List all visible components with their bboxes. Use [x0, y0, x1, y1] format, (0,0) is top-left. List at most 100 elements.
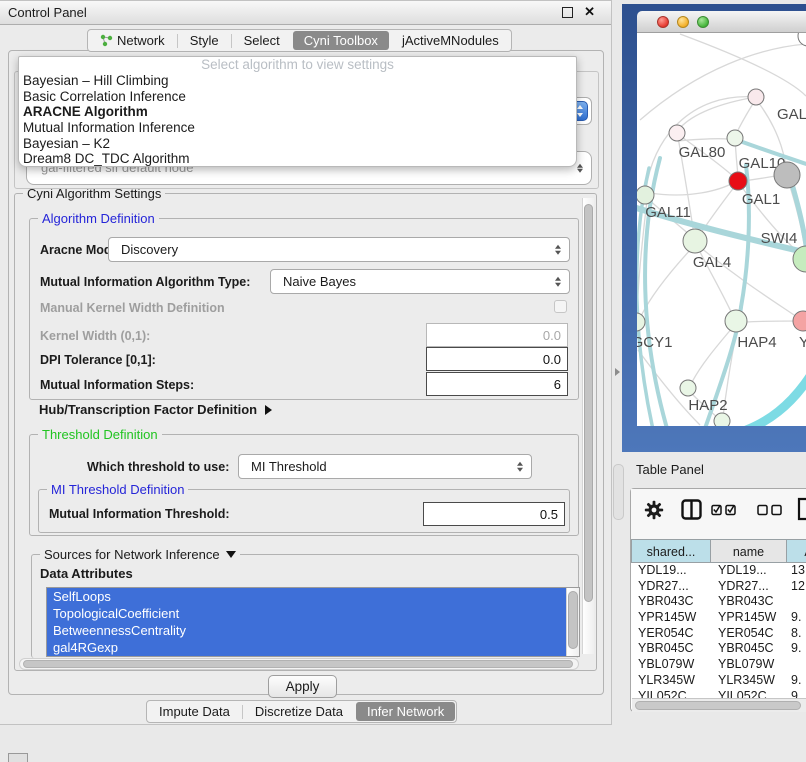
- dropdown-item[interactable]: Mutual Information Inference: [19, 120, 576, 136]
- table-cell: [787, 594, 806, 610]
- settings-hscrollbar-thumb[interactable]: [23, 660, 573, 668]
- network-node-label: GAL4: [693, 254, 731, 271]
- float-icon[interactable]: [562, 7, 573, 18]
- tab-network[interactable]: Network: [89, 31, 176, 50]
- network-node[interactable]: [683, 229, 707, 253]
- unchecked-columns-icon[interactable]: [757, 503, 784, 516]
- network-tab-icon: [100, 34, 113, 47]
- tab-separator: [177, 34, 178, 48]
- network-canvas[interactable]: GALGAL80GAL10GAL1GAL11GAL4SWI4GCY1HAP4YH…: [637, 33, 806, 426]
- tab-label: Infer Network: [367, 702, 444, 721]
- column-header-shared-name[interactable]: shared...: [631, 539, 711, 563]
- panel-divider-handle[interactable]: [613, 464, 624, 520]
- panel-divider-arrow-icon[interactable]: [615, 368, 620, 376]
- dropdown-item[interactable]: Basic Correlation Inference: [19, 89, 576, 105]
- close-icon[interactable]: [584, 4, 595, 20]
- mi-type-combobox[interactable]: Naive Bayes: [270, 269, 570, 294]
- table-row[interactable]: YBL079WYBL079W: [631, 657, 806, 673]
- tab-style[interactable]: Style: [179, 31, 230, 50]
- network-node[interactable]: [680, 380, 696, 396]
- which-threshold-combobox[interactable]: MI Threshold: [238, 454, 532, 479]
- tab-label: Network: [117, 31, 165, 50]
- sources-title[interactable]: Sources for Network Inference: [40, 547, 240, 562]
- which-threshold-label: Which threshold to use:: [87, 460, 229, 474]
- table-row[interactable]: YBR045CYBR045C9.: [631, 641, 806, 657]
- network-node[interactable]: [774, 162, 800, 188]
- column-header-name[interactable]: name: [711, 539, 787, 563]
- settings-hscrollbar[interactable]: [19, 658, 579, 670]
- network-node[interactable]: [637, 186, 654, 204]
- mi-threshold-input[interactable]: [423, 502, 565, 526]
- settings-scrollbar[interactable]: [582, 198, 594, 654]
- tab-label: Discretize Data: [255, 702, 343, 721]
- dropdown-item[interactable]: Bayesian – Hill Climbing: [19, 73, 576, 89]
- network-node[interactable]: [669, 125, 685, 141]
- dpi-tolerance-label: DPI Tolerance [0,1]:: [40, 353, 156, 367]
- tab-infer-network[interactable]: Infer Network: [356, 702, 455, 721]
- table-cell: 13: [787, 563, 806, 579]
- network-node[interactable]: [748, 89, 764, 105]
- network-view-titlebar[interactable]: [637, 11, 806, 33]
- attribute-item[interactable]: gal4RGexp: [47, 639, 566, 656]
- table-hscrollbar[interactable]: [632, 698, 806, 712]
- table-hscrollbar-thumb[interactable]: [635, 701, 801, 710]
- table-cell: YBR045C: [711, 641, 787, 657]
- columns-icon[interactable]: [681, 499, 702, 520]
- checked-columns-icon[interactable]: [711, 503, 738, 516]
- table-row[interactable]: YLR345WYLR345W9.: [631, 673, 806, 689]
- tab-discretize-data[interactable]: Discretize Data: [244, 702, 354, 721]
- threshold-definition-title: Threshold Definition: [38, 427, 162, 442]
- tab-select[interactable]: Select: [233, 31, 291, 50]
- table-cell: [787, 657, 806, 673]
- attributes-scrollbar-thumb[interactable]: [568, 591, 578, 649]
- hub-definition-toggle[interactable]: Hub/Transcription Factor Definition: [39, 402, 272, 417]
- dpi-tolerance-input[interactable]: [426, 347, 568, 371]
- mi-threshold-label: Mutual Information Threshold:: [49, 507, 230, 521]
- network-node[interactable]: [714, 413, 730, 426]
- table-row[interactable]: YBR043CYBR043C: [631, 594, 806, 610]
- kernel-width-input[interactable]: [426, 323, 568, 347]
- minimize-traffic-light-icon[interactable]: [677, 16, 689, 28]
- table-panel-title: Table Panel: [636, 462, 704, 477]
- table-row[interactable]: YDL19...YDL19...13: [631, 563, 806, 579]
- tab-jactivemnodules[interactable]: jActiveMNodules: [391, 31, 510, 50]
- attribute-item[interactable]: BetweennessCentrality: [47, 622, 566, 639]
- table-row[interactable]: YER054CYER054C8.: [631, 626, 806, 642]
- table-cell: 9.: [787, 673, 806, 689]
- aracne-mode-combobox[interactable]: Discovery: [108, 237, 570, 262]
- attribute-item[interactable]: SelfLoops: [47, 588, 566, 605]
- settings-scrollbar-thumb[interactable]: [584, 204, 593, 602]
- tab-label: Impute Data: [159, 702, 230, 721]
- table-row[interactable]: YPR145WYPR145W9.: [631, 610, 806, 626]
- apply-button[interactable]: Apply: [268, 675, 337, 698]
- kernel-width-label: Kernel Width (0,1):: [40, 329, 150, 343]
- document-icon[interactable]: [797, 497, 806, 521]
- tab-impute-data[interactable]: Impute Data: [148, 702, 241, 721]
- table-cell: YBR043C: [711, 594, 787, 610]
- data-attributes-list[interactable]: SelfLoops TopologicalCoefficient Between…: [46, 587, 580, 657]
- collapsed-panel-button[interactable]: [8, 753, 28, 762]
- table-row[interactable]: YDR27...YDR27...12: [631, 579, 806, 595]
- mi-type-value: Naive Bayes: [283, 274, 356, 289]
- dropdown-item[interactable]: Bayesian – K2: [19, 136, 576, 152]
- network-node[interactable]: [727, 130, 743, 146]
- network-node[interactable]: [637, 313, 645, 331]
- table-cell: YER054C: [711, 626, 787, 642]
- dropdown-item[interactable]: Dream8 DC_TDC Algorithm: [19, 151, 576, 167]
- manual-kernel-checkbox[interactable]: [554, 300, 567, 313]
- close-traffic-light-icon[interactable]: [657, 16, 669, 28]
- gear-icon[interactable]: [644, 500, 664, 520]
- network-node-label: HAP4: [737, 334, 776, 351]
- network-node[interactable]: [729, 172, 747, 190]
- attributes-scrollbar[interactable]: [566, 588, 579, 656]
- network-node[interactable]: [793, 311, 806, 331]
- threshold-definition-group: Threshold Definition Which threshold to …: [29, 434, 579, 536]
- zoom-traffic-light-icon[interactable]: [697, 16, 709, 28]
- mi-steps-input[interactable]: [426, 372, 568, 396]
- dropdown-item-selected[interactable]: ARACNE Algorithm: [19, 104, 576, 120]
- network-node[interactable]: [725, 310, 747, 332]
- attribute-item[interactable]: TopologicalCoefficient: [47, 605, 566, 622]
- control-panel-titlebar[interactable]: Control Panel: [0, 1, 611, 25]
- tab-cyni-toolbox[interactable]: Cyni Toolbox: [293, 31, 389, 50]
- column-header-partial[interactable]: A: [787, 539, 806, 563]
